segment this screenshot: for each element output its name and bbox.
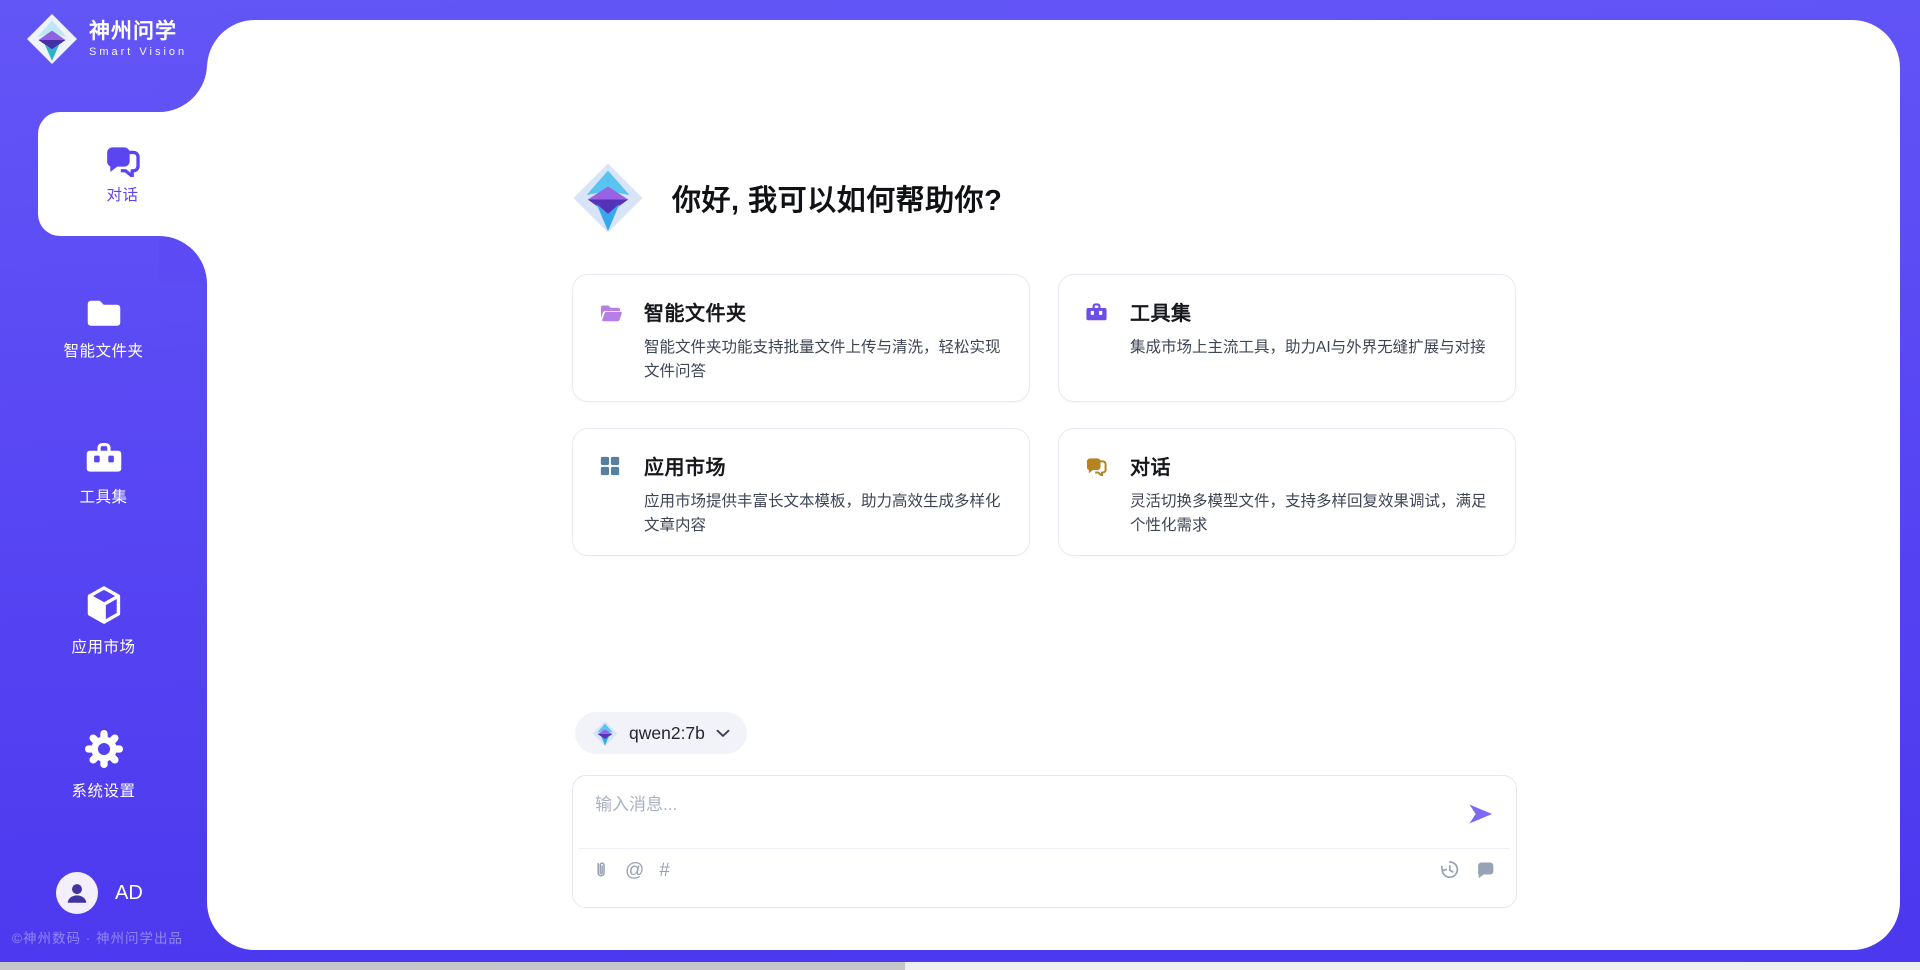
avatar (56, 872, 98, 914)
user-profile[interactable]: AD (56, 872, 143, 914)
greeting: 你好, 我可以如何帮助你? (572, 160, 1002, 236)
sidebar-item-label: 对话 (106, 183, 138, 205)
briefcase-icon (1085, 301, 1109, 323)
sidebar-item-label: 应用市场 (71, 635, 135, 657)
composer-tools-right (1439, 859, 1496, 880)
grid-icon (599, 455, 623, 477)
sidebar-item-settings[interactable]: 系统设置 (0, 728, 207, 801)
brand-name: 神州问学 (89, 20, 187, 43)
card-chat[interactable]: 对话 灵活切换多模型文件，支持多样回复效果调试，满足个性化需求 (1058, 428, 1516, 556)
send-icon[interactable] (1467, 802, 1494, 826)
card-description: 应用市场提供丰富长文本模板，助力高效生成多样化文章内容 (644, 490, 1003, 539)
brand-gem-logo-icon (26, 13, 78, 65)
folder-open-icon (599, 301, 623, 323)
horizontal-scrollbar[interactable] (0, 962, 1920, 970)
card-title: 智能文件夹 (644, 297, 747, 326)
app-window: 神州问学 Smart Vision 对话 智能文件夹 (0, 0, 1920, 970)
composer-tools-left: @ # (592, 859, 670, 881)
user-name: AD (115, 882, 143, 905)
brand: 神州问学 Smart Vision (26, 13, 187, 65)
sidebar-item-app-market[interactable]: 应用市场 (0, 584, 207, 657)
cube-icon (83, 584, 125, 626)
card-title: 工具集 (1130, 297, 1192, 326)
card-description: 智能文件夹功能支持批量文件上传与清洗，轻松实现文件问答 (644, 336, 1003, 385)
sidebar-item-smart-folder[interactable]: 智能文件夹 (0, 294, 207, 361)
user-avatar-icon (64, 880, 90, 906)
chevron-down-icon (716, 729, 730, 738)
sidebar-item-label: 智能文件夹 (63, 339, 143, 361)
brand-text: 神州问学 Smart Vision (89, 20, 187, 58)
sidebar-item-toolbox[interactable]: 工具集 (0, 439, 207, 507)
gear-icon (83, 728, 125, 770)
brand-tagline: Smart Vision (89, 46, 187, 58)
paperclip-icon[interactable] (592, 859, 610, 881)
toolbox-icon (84, 439, 124, 476)
model-name: qwen2:7b (629, 723, 705, 744)
sidebar-footer: ©神州数码 · 神州问学出品 (12, 927, 212, 947)
message-composer: @ # (572, 775, 1517, 908)
sidebar-item-chat[interactable]: 对话 (38, 112, 207, 236)
hash-icon[interactable]: # (659, 861, 670, 880)
model-selector[interactable]: qwen2:7b (575, 712, 747, 754)
message-input[interactable] (593, 788, 1447, 844)
card-title: 应用市场 (644, 451, 726, 480)
chat-bubble-icon[interactable] (1476, 860, 1496, 879)
card-app-market[interactable]: 应用市场 应用市场提供丰富长文本模板，助力高效生成多样化文章内容 (572, 428, 1030, 556)
tab-fillet-top (159, 64, 207, 112)
folder-icon (84, 294, 124, 330)
feature-cards: 智能文件夹 智能文件夹功能支持批量文件上传与清洗，轻松实现文件问答 工具集 (572, 274, 1516, 556)
tab-fillet-bottom (159, 236, 207, 284)
card-description: 灵活切换多模型文件，支持多样回复效果调试，满足个性化需求 (1130, 490, 1489, 539)
horizontal-scrollbar-thumb[interactable] (0, 962, 905, 970)
sidebar-item-label: 工具集 (79, 485, 127, 507)
composer-divider (579, 848, 1510, 849)
at-icon[interactable]: @ (625, 861, 644, 880)
chat-icon (104, 143, 142, 177)
greeting-gem-logo-icon (572, 160, 644, 236)
chat-bubbles-icon (1085, 456, 1109, 476)
card-title: 对话 (1130, 451, 1171, 480)
card-description: 集成市场上主流工具，助力AI与外界无缝扩展与对接 (1130, 336, 1489, 360)
card-toolbox[interactable]: 工具集 集成市场上主流工具，助力AI与外界无缝扩展与对接 (1058, 274, 1516, 402)
greeting-title: 你好, 我可以如何帮助你? (672, 177, 1002, 219)
model-gem-logo-icon (592, 720, 618, 747)
sidebar-item-label: 系统设置 (71, 779, 135, 801)
card-smart-folder[interactable]: 智能文件夹 智能文件夹功能支持批量文件上传与清洗，轻松实现文件问答 (572, 274, 1030, 402)
main-panel: 你好, 我可以如何帮助你? 智能文件夹 智能文件夹功能支持批量文件 (207, 20, 1900, 950)
history-icon[interactable] (1439, 859, 1460, 880)
